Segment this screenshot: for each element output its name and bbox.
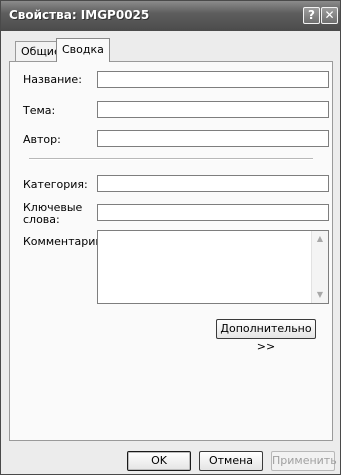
scroll-up-icon[interactable]: ▲ [312, 231, 328, 247]
keywords-label: Ключевые слова: [23, 201, 83, 226]
title-bar[interactable]: Свойства: IMGP0025 ? ✕ [1, 1, 340, 31]
comments-field[interactable]: ▲ ▼ [97, 230, 329, 304]
category-label: Категория: [23, 178, 88, 191]
comments-scrollbar[interactable]: ▲ ▼ [311, 231, 328, 303]
comments-label: Комментарий: [23, 235, 107, 248]
author-field[interactable] [97, 130, 329, 147]
author-label: Автор: [23, 133, 61, 146]
subject-field[interactable] [97, 101, 329, 118]
scroll-down-icon[interactable]: ▼ [312, 287, 328, 303]
title-field[interactable] [97, 71, 329, 88]
close-button[interactable]: ✕ [321, 7, 338, 24]
apply-button[interactable]: Применить [271, 451, 337, 471]
ok-button[interactable]: OK [127, 451, 191, 471]
advanced-button[interactable]: Дополнительно >> [216, 319, 316, 353]
cancel-button[interactable]: Отмена [199, 451, 263, 471]
help-icon: ? [308, 8, 315, 22]
help-button[interactable]: ? [303, 7, 320, 24]
close-icon: ✕ [324, 8, 335, 22]
window-title: Свойства: IMGP0025 [9, 8, 150, 22]
keywords-field[interactable] [97, 204, 329, 221]
category-field[interactable] [97, 175, 329, 192]
separator [29, 158, 313, 160]
properties-dialog: Свойства: IMGP0025 ? ✕ Общие Сводка Назв… [0, 0, 341, 475]
tab-summary[interactable]: Сводка [56, 38, 110, 62]
title-label: Название: [23, 73, 82, 86]
subject-label: Тема: [23, 104, 56, 117]
